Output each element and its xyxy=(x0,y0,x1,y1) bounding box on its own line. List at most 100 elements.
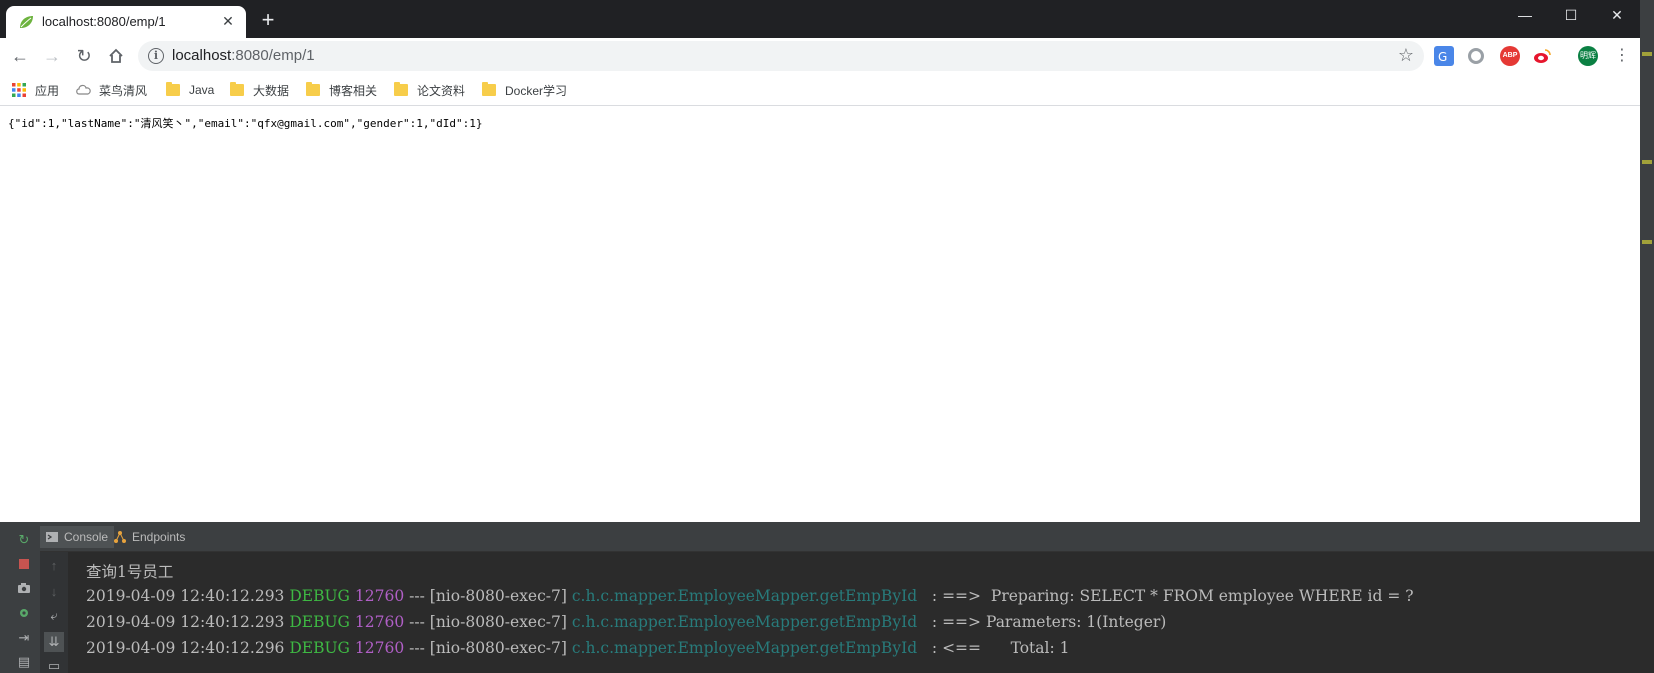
url-host: localhost xyxy=(172,47,232,64)
bookmark-label: 菜鸟清风 xyxy=(99,83,148,98)
exit-icon[interactable]: ⇥ xyxy=(16,630,32,646)
json-response: {"id":1,"lastName":"清风笑丶","email":"qfx@g… xyxy=(8,117,483,130)
log-timestamp: 2019-04-09 12:40:12.296 xyxy=(86,639,285,657)
site-info-icon[interactable]: i xyxy=(148,48,164,64)
ide-run-panel: ↻ ⇥ ▤ Console Endpoints ↑ ↓ ⤶ ⇊ ▭ 查询1号员工… xyxy=(0,522,1654,673)
folder-icon xyxy=(166,82,180,96)
log-line: 2019-04-09 12:40:12.296 DEBUG 12760 --- … xyxy=(86,639,1070,657)
address-bar[interactable]: i localhost:8080/emp/1 ☆ xyxy=(138,41,1424,71)
log-line: 2019-04-09 12:40:12.293 DEBUG 12760 --- … xyxy=(86,587,1414,605)
cloud-logo-icon xyxy=(76,84,91,95)
log-pid: 12760 xyxy=(354,639,405,657)
tab-endpoints[interactable]: Endpoints xyxy=(108,526,191,548)
spring-leaf-icon xyxy=(20,16,33,28)
run-toolbar: ↻ ⇥ ▤ xyxy=(0,522,40,673)
tab-console[interactable]: Console xyxy=(40,526,115,548)
adblock-extension-icon[interactable]: ABP xyxy=(1500,46,1520,66)
svg-text:G: G xyxy=(1438,50,1447,64)
scroll-to-end-icon[interactable]: ⇊ xyxy=(44,632,64,652)
forward-arrow-icon[interactable]: → xyxy=(40,44,64,68)
reload-icon[interactable]: ↻ xyxy=(72,44,96,68)
rerun-icon[interactable]: ↻ xyxy=(16,532,32,548)
log-message: : ==> Parameters: 1(Integer) xyxy=(931,613,1167,631)
log-level: DEBUG xyxy=(289,613,350,631)
log-thread: [nio-8080-exec-7] xyxy=(429,587,567,605)
scroll-down-icon[interactable]: ↓ xyxy=(46,584,62,600)
apps-grid-icon xyxy=(12,83,26,97)
soft-wrap-icon[interactable]: ⤶ xyxy=(46,608,62,624)
print-icon[interactable]: ▭ xyxy=(46,658,62,673)
bookmark-apps[interactable]: 应用 xyxy=(12,74,59,106)
log-separator: --- xyxy=(409,587,425,605)
new-tab-button[interactable]: + xyxy=(256,9,280,33)
gutter-mark xyxy=(1642,52,1652,56)
ide-right-gutter xyxy=(1640,0,1654,522)
maximize-button[interactable]: ☐ xyxy=(1548,0,1594,30)
bookmark-label: Docker学习 xyxy=(505,83,568,98)
tab-strip: localhost:8080/emp/1 ✕ + — ☐ ✕ xyxy=(0,0,1640,38)
address-url: localhost:8080/emp/1 xyxy=(172,47,315,64)
log-line: 2019-04-09 12:40:12.293 DEBUG 12760 --- … xyxy=(86,613,1166,631)
camera-icon[interactable] xyxy=(16,582,32,598)
endpoints-icon xyxy=(114,531,126,543)
log-separator: --- xyxy=(409,613,425,631)
tab-label: Console xyxy=(64,530,109,544)
translate-extension-icon[interactable]: G xyxy=(1434,46,1454,66)
console-output[interactable]: 查询1号员工 2019-04-09 12:40:12.293 DEBUG 127… xyxy=(68,552,1654,673)
bookmark-star-icon[interactable]: ☆ xyxy=(1398,45,1414,66)
settings-bug-icon[interactable] xyxy=(16,606,32,622)
circle-extension-icon[interactable] xyxy=(1468,48,1484,64)
bookmark-label: 大数据 xyxy=(253,83,290,98)
folder-icon xyxy=(482,82,496,96)
log-message: : ==> Preparing: SELECT * FROM employee … xyxy=(931,587,1414,605)
console-header-line: 查询1号员工 xyxy=(86,563,174,581)
url-path: :8080/emp/1 xyxy=(231,47,315,64)
console-side-toolbar: ↑ ↓ ⤶ ⇊ ▭ xyxy=(40,552,68,673)
log-logger: c.h.c.mapper.EmployeeMapper.getEmpById xyxy=(571,587,918,605)
ide-tab-bar: Console Endpoints xyxy=(40,522,1654,552)
log-thread: [nio-8080-exec-7] xyxy=(429,613,567,631)
log-level: DEBUG xyxy=(289,587,350,605)
log-level: DEBUG xyxy=(289,639,350,657)
home-icon[interactable] xyxy=(104,44,128,68)
bookmark-folder-papers[interactable]: 论文资料 xyxy=(394,74,465,106)
minimize-button[interactable]: — xyxy=(1502,0,1548,30)
log-message: : <== Total: 1 xyxy=(931,639,1070,657)
gutter-mark xyxy=(1642,160,1652,164)
log-logger: c.h.c.mapper.EmployeeMapper.getEmpById xyxy=(571,639,918,657)
folder-icon xyxy=(306,82,320,96)
bookmark-label: 应用 xyxy=(35,83,60,98)
log-pid: 12760 xyxy=(354,587,405,605)
bookmark-folder-docker[interactable]: Docker学习 xyxy=(482,74,567,106)
stop-icon[interactable] xyxy=(16,558,32,574)
tab-title: localhost:8080/emp/1 xyxy=(42,14,166,29)
tab-label: Endpoints xyxy=(132,530,186,544)
weibo-extension-icon[interactable] xyxy=(1532,46,1552,66)
folder-icon xyxy=(230,82,244,96)
log-separator: --- xyxy=(409,639,425,657)
browser-toolbar: ← → ↻ i localhost:8080/emp/1 ☆ G ABP 明辉 … xyxy=(0,38,1640,74)
close-window-button[interactable]: ✕ xyxy=(1594,0,1640,30)
more-tools-icon[interactable]: ▤ xyxy=(16,654,32,670)
bookmark-label: 博客相关 xyxy=(329,83,378,98)
log-logger: c.h.c.mapper.EmployeeMapper.getEmpById xyxy=(571,613,918,631)
bookmark-folder-java[interactable]: Java xyxy=(166,74,214,106)
menu-kebab-icon[interactable]: ⋮ xyxy=(1610,44,1634,68)
folder-icon xyxy=(394,82,408,96)
console-icon xyxy=(46,532,58,542)
browser-window: localhost:8080/emp/1 ✕ + — ☐ ✕ ← → ↻ i l… xyxy=(0,0,1640,522)
bookmark-label: Java xyxy=(189,83,215,97)
tab-close-icon[interactable]: ✕ xyxy=(218,11,238,31)
back-arrow-icon[interactable]: ← xyxy=(8,44,32,68)
bookmark-caiyuqingfeng[interactable]: 菜鸟清风 xyxy=(76,74,147,106)
log-timestamp: 2019-04-09 12:40:12.293 xyxy=(86,613,285,631)
bookmark-label: 论文资料 xyxy=(417,83,466,98)
page-viewport: {"id":1,"lastName":"清风笑丶","email":"qfx@g… xyxy=(0,107,1640,522)
bookmark-folder-blog[interactable]: 博客相关 xyxy=(306,74,377,106)
profile-avatar[interactable]: 明辉 xyxy=(1578,46,1598,66)
log-thread: [nio-8080-exec-7] xyxy=(429,639,567,657)
log-pid: 12760 xyxy=(354,613,405,631)
bookmark-folder-bigdata[interactable]: 大数据 xyxy=(230,74,289,106)
browser-tab[interactable]: localhost:8080/emp/1 ✕ xyxy=(6,6,246,38)
scroll-up-icon[interactable]: ↑ xyxy=(46,558,62,574)
